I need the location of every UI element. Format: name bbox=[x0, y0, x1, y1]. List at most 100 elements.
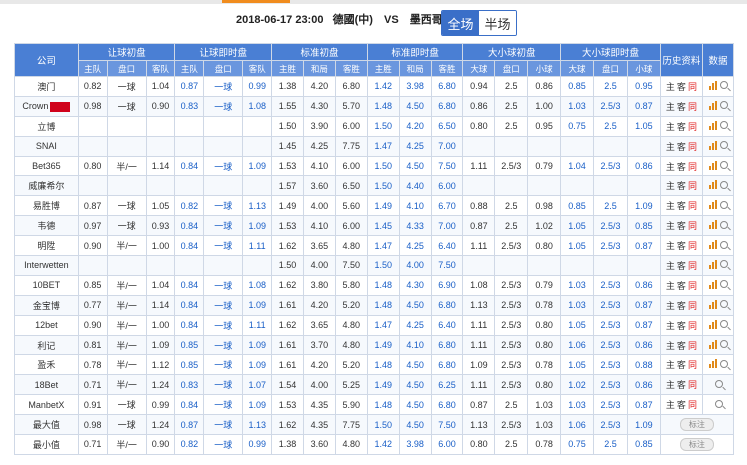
tab-half-time[interactable]: 半场 bbox=[479, 11, 516, 35]
history-home-link[interactable]: 主 bbox=[666, 82, 675, 92]
magnifier-icon[interactable] bbox=[719, 220, 728, 229]
odds-cell: 2.5 bbox=[494, 195, 529, 217]
history-away-link[interactable]: 客 bbox=[677, 122, 686, 132]
history-same-link[interactable]: 同 bbox=[688, 201, 697, 211]
bar-chart-icon[interactable] bbox=[708, 339, 717, 349]
bar-chart-icon[interactable] bbox=[708, 140, 717, 150]
history-same-link[interactable]: 同 bbox=[688, 301, 697, 311]
history-away-link[interactable]: 客 bbox=[677, 281, 686, 291]
history-same-link[interactable]: 同 bbox=[688, 221, 697, 231]
history-away-link[interactable]: 客 bbox=[677, 400, 686, 410]
odds-cell: 一球 bbox=[203, 76, 244, 97]
magnifier-icon[interactable] bbox=[719, 240, 728, 249]
odds-cell: 2.5/3 bbox=[494, 334, 529, 356]
magnifier-icon[interactable] bbox=[714, 399, 723, 408]
history-home-link[interactable]: 主 bbox=[666, 281, 675, 291]
bar-chart-icon[interactable] bbox=[708, 200, 717, 210]
history-home-link[interactable]: 主 bbox=[666, 301, 675, 311]
bar-chart-icon[interactable] bbox=[708, 240, 717, 250]
history-home-link[interactable]: 主 bbox=[666, 400, 675, 410]
column-subheader: 主队 bbox=[77, 60, 108, 77]
magnifier-icon[interactable] bbox=[719, 340, 728, 349]
odds-cell: 一球 bbox=[106, 215, 147, 237]
history-away-link[interactable]: 客 bbox=[677, 142, 686, 152]
bar-chart-icon[interactable] bbox=[708, 279, 717, 289]
history-same-link[interactable]: 同 bbox=[688, 380, 697, 390]
magnifier-icon[interactable] bbox=[719, 300, 728, 309]
history-same-link[interactable]: 同 bbox=[688, 341, 697, 351]
history-home-link[interactable]: 主 bbox=[666, 201, 675, 211]
table-row: 韦德 0.97 一球 0.93 0.84 一球 1.09 1.53 4.10 6.00 1.45 4.… bbox=[14, 215, 734, 237]
history-same-link[interactable]: 同 bbox=[688, 142, 697, 152]
magnifier-icon[interactable] bbox=[719, 81, 728, 90]
magnifier-icon[interactable] bbox=[719, 359, 728, 368]
annotate-button[interactable]: 标注 bbox=[679, 418, 714, 432]
history-same-link[interactable]: 同 bbox=[688, 102, 697, 112]
history-home-link[interactable]: 主 bbox=[666, 341, 675, 351]
history-away-link[interactable]: 客 bbox=[677, 82, 686, 92]
history-away-link[interactable]: 客 bbox=[677, 321, 686, 331]
bar-chart-icon[interactable] bbox=[708, 80, 717, 90]
history-same-link[interactable]: 同 bbox=[688, 261, 697, 271]
history-home-link[interactable]: 主 bbox=[666, 221, 675, 231]
history-away-link[interactable]: 客 bbox=[677, 380, 686, 390]
annotate-button[interactable]: 标注 bbox=[679, 437, 714, 451]
history-home-link[interactable]: 主 bbox=[666, 142, 675, 152]
history-same-link[interactable]: 同 bbox=[688, 241, 697, 251]
history-home-link[interactable]: 主 bbox=[666, 181, 675, 191]
bar-chart-icon[interactable] bbox=[708, 299, 717, 309]
history-home-link[interactable]: 主 bbox=[666, 241, 675, 251]
history-home-link[interactable]: 主 bbox=[666, 360, 675, 370]
history-away-link[interactable]: 客 bbox=[677, 241, 686, 251]
bar-chart-icon[interactable] bbox=[708, 259, 717, 269]
history-home-link[interactable]: 主 bbox=[666, 122, 675, 132]
bar-chart-icon[interactable] bbox=[708, 180, 717, 190]
bar-chart-icon[interactable] bbox=[708, 160, 717, 170]
magnifier-icon[interactable] bbox=[719, 260, 728, 269]
odds-cell: 5.20 bbox=[334, 294, 368, 316]
company-cell: 18Bet bbox=[14, 374, 79, 396]
bar-chart-icon[interactable] bbox=[708, 120, 717, 130]
bar-chart-icon[interactable] bbox=[708, 220, 717, 230]
magnifier-icon[interactable] bbox=[719, 200, 728, 209]
history-away-link[interactable]: 客 bbox=[677, 102, 686, 112]
history-home-link[interactable]: 主 bbox=[666, 380, 675, 390]
odds-cell: 3.70 bbox=[303, 334, 336, 356]
magnifier-icon[interactable] bbox=[719, 161, 728, 169]
magnifier-icon[interactable] bbox=[714, 379, 723, 388]
history-same-link[interactable]: 同 bbox=[688, 360, 697, 370]
history-away-link[interactable]: 客 bbox=[677, 162, 686, 172]
history-away-link[interactable]: 客 bbox=[677, 181, 686, 191]
odds-cell bbox=[145, 255, 176, 276]
magnifier-icon[interactable] bbox=[719, 121, 728, 130]
history-same-link[interactable]: 同 bbox=[688, 281, 697, 291]
history-home-link[interactable]: 主 bbox=[666, 321, 675, 331]
history-same-link[interactable]: 同 bbox=[688, 82, 697, 92]
history-away-link[interactable]: 客 bbox=[677, 201, 686, 211]
history-same-link[interactable]: 同 bbox=[688, 162, 697, 172]
history-home-link[interactable]: 主 bbox=[666, 261, 675, 271]
history-same-link[interactable]: 同 bbox=[688, 321, 697, 331]
history-away-link[interactable]: 客 bbox=[677, 341, 686, 351]
magnifier-icon[interactable] bbox=[719, 280, 728, 289]
history-home-link[interactable]: 主 bbox=[666, 162, 675, 172]
history-away-link[interactable]: 客 bbox=[677, 261, 686, 271]
history-away-link[interactable]: 客 bbox=[677, 360, 686, 370]
magnifier-icon[interactable] bbox=[719, 141, 728, 150]
magnifier-icon[interactable] bbox=[719, 180, 728, 189]
data-cell bbox=[702, 334, 734, 356]
history-same-link[interactable]: 同 bbox=[688, 400, 697, 410]
history-home-link[interactable]: 主 bbox=[666, 102, 675, 112]
magnifier-icon[interactable] bbox=[719, 320, 728, 329]
history-away-link[interactable]: 客 bbox=[677, 301, 686, 311]
odds-cell: 0.77 bbox=[77, 294, 108, 316]
history-same-link[interactable]: 同 bbox=[688, 181, 697, 191]
history-away-link[interactable]: 客 bbox=[677, 221, 686, 231]
history-same-link[interactable]: 同 bbox=[688, 122, 697, 132]
bar-chart-icon[interactable] bbox=[708, 359, 717, 369]
magnifier-icon[interactable] bbox=[719, 101, 728, 110]
bar-chart-icon[interactable] bbox=[708, 319, 717, 329]
bar-chart-icon[interactable] bbox=[708, 100, 717, 110]
tab-full-time[interactable]: 全场 bbox=[442, 11, 479, 35]
odds-cell: 0.87 bbox=[462, 215, 496, 237]
